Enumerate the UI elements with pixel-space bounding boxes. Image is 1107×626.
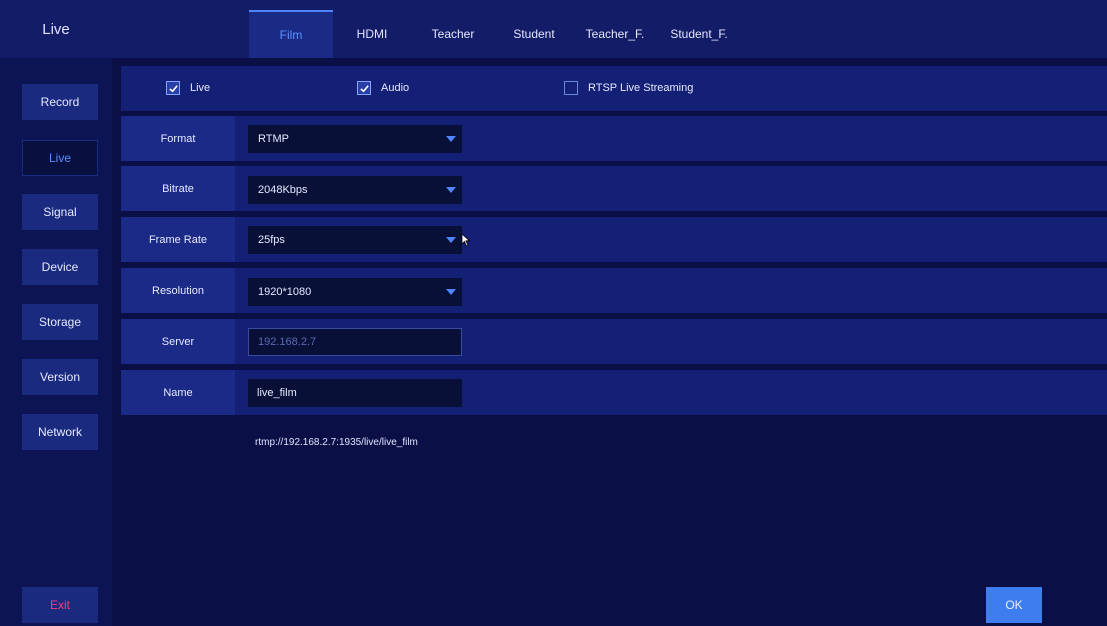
sidebar-item-version[interactable]: Version [22, 359, 98, 395]
name-label: Name [121, 370, 235, 415]
sidebar: Record Live Signal Device Storage Versio… [0, 58, 112, 626]
resolution-select[interactable]: 1920*1080 [248, 278, 462, 306]
bitrate-select[interactable]: 2048Kbps [248, 176, 462, 204]
ok-button[interactable]: OK [986, 587, 1042, 623]
tab-teacher-f[interactable]: Teacher_F. [573, 10, 657, 58]
dropdown-arrow-icon [446, 289, 456, 295]
frame-rate-value: 25fps [258, 234, 285, 246]
sidebar-item-storage[interactable]: Storage [22, 304, 98, 340]
dropdown-arrow-icon [446, 136, 456, 142]
name-field[interactable]: live_film [248, 379, 462, 407]
frame-rate-select[interactable]: 25fps [248, 226, 462, 254]
exit-button[interactable]: Exit [22, 587, 98, 623]
sidebar-item-record[interactable]: Record [22, 84, 98, 120]
top-bar: Live Film HDMI Teacher Student Teacher_F… [0, 0, 1107, 58]
server-label: Server [121, 319, 235, 364]
server-field[interactable]: 192.168.2.7 [248, 328, 462, 356]
tab-hdmi[interactable]: HDMI [333, 10, 411, 58]
sidebar-item-live[interactable]: Live [22, 140, 98, 176]
rtsp-checkbox-label: RTSP Live Streaming [588, 82, 694, 94]
checkbox-empty-icon [564, 81, 578, 95]
sidebar-item-signal[interactable]: Signal [22, 194, 98, 230]
dropdown-arrow-icon [446, 187, 456, 193]
stream-url: rtmp://192.168.2.7:1935/live/live_film [255, 437, 418, 448]
sidebar-item-network[interactable]: Network [22, 414, 98, 450]
tab-teacher[interactable]: Teacher [411, 10, 495, 58]
tab-bar: Film HDMI Teacher Student Teacher_F. Stu… [249, 10, 741, 58]
bitrate-value: 2048Kbps [258, 184, 308, 196]
live-checkbox-label: Live [190, 82, 211, 94]
audio-checkbox[interactable]: Audio [357, 81, 409, 95]
format-select[interactable]: RTMP [248, 125, 462, 153]
app-title: Live [42, 20, 70, 38]
rtsp-checkbox[interactable]: RTSP Live Streaming [564, 81, 693, 95]
resolution-value: 1920*1080 [258, 286, 312, 298]
frame-rate-label: Frame Rate [121, 217, 235, 262]
format-label: Format [121, 116, 235, 161]
sidebar-item-device[interactable]: Device [22, 249, 98, 285]
check-icon [166, 81, 180, 95]
tab-film[interactable]: Film [249, 10, 333, 58]
format-value: RTMP [258, 133, 289, 145]
tab-student[interactable]: Student [495, 10, 573, 58]
audio-checkbox-label: Audio [381, 82, 410, 94]
dropdown-arrow-icon [446, 237, 456, 243]
live-checkbox[interactable]: Live [166, 81, 210, 95]
resolution-label: Resolution [121, 268, 235, 313]
tab-student-f[interactable]: Student_F. [657, 10, 741, 58]
check-icon [357, 81, 371, 95]
bitrate-label: Bitrate [121, 166, 235, 211]
mouse-cursor-icon [461, 233, 471, 247]
